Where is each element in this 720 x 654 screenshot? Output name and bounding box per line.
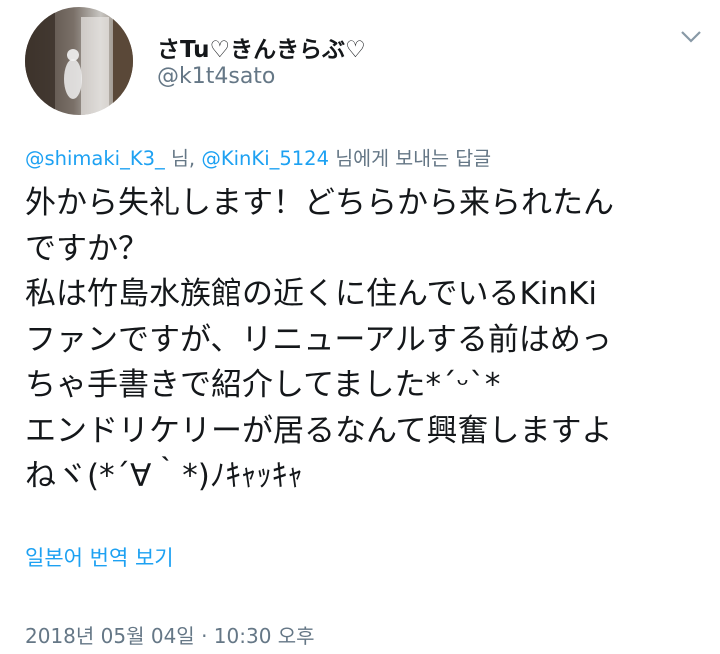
tweet-line: 外から失礼します！どちらから来られたん: [25, 185, 614, 221]
chevron-down-icon[interactable]: [676, 24, 706, 48]
timestamp[interactable]: 2018년 05월 04일 · 10:30 오후: [25, 620, 315, 649]
tweet-text: 外から失礼します！どちらから来られたん ですか？ 私は竹島水族館の近くに住んでい…: [25, 181, 715, 500]
reply-suffix: 님에게 보내는 답글: [329, 147, 492, 170]
tweet-line: ファンですが、リニューアルする前はめっ: [25, 321, 612, 358]
tweet-line: ですか？: [25, 230, 149, 267]
avatar-photo-icon: [25, 7, 133, 115]
tweet-line: 私は竹島水族館の近くに住んでいるKinKi: [25, 276, 597, 312]
tweet-line: ちゃ手書きで紹介してました*´ᵕ`*: [25, 367, 501, 403]
tweet-line: ねヾ(*´∀｀*)ﾉｷｬｯｷｬ: [25, 458, 303, 494]
avatar[interactable]: [25, 7, 133, 115]
user-handle[interactable]: @k1t4sato: [157, 64, 275, 89]
tweet-line: エンドリケリーが居るなんて興奮しますよ: [25, 412, 613, 449]
display-name[interactable]: さTu♡きんきらぶ♡: [157, 30, 366, 64]
translate-link[interactable]: 일본어 번역 보기: [25, 542, 174, 572]
mention-link-1[interactable]: @shimaki_K3_: [25, 147, 165, 170]
mention-link-2[interactable]: @KinKi_5124: [201, 147, 329, 170]
reply-context: @shimaki_K3_ 님, @KinKi_5124 님에게 보내는 답글: [25, 142, 491, 171]
reply-separator: 님,: [164, 147, 202, 170]
